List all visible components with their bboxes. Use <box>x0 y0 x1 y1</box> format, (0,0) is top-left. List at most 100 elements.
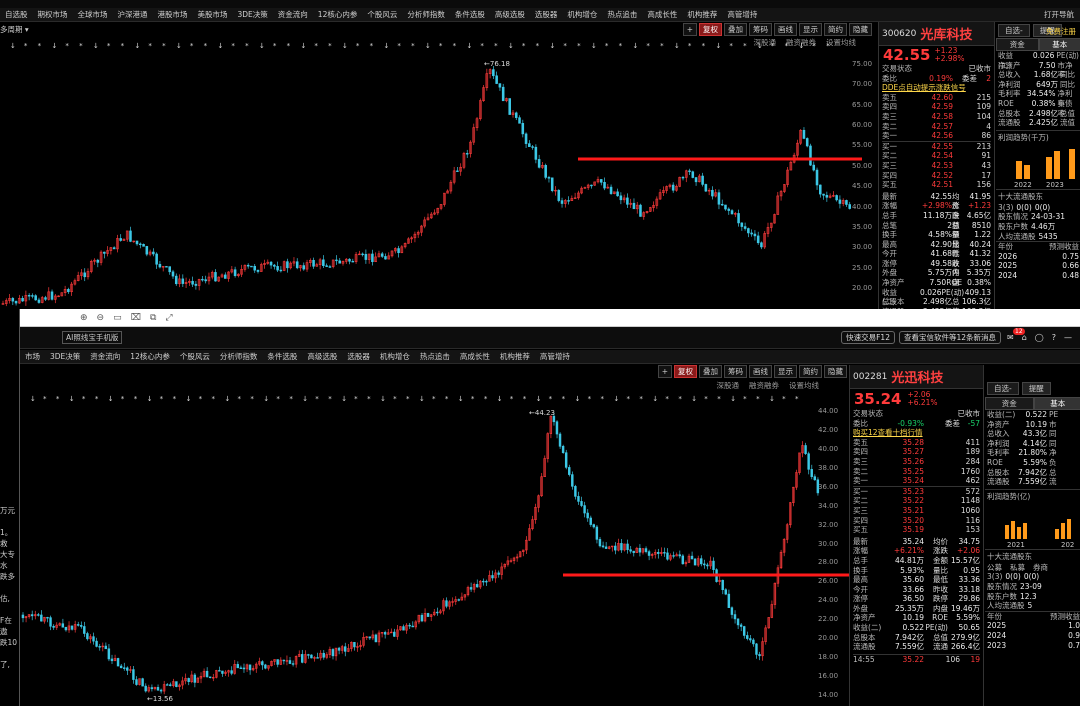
signal-star-icon: * <box>619 42 623 50</box>
menu-item[interactable]: 机构推荐 <box>500 351 530 362</box>
candle-body <box>361 253 364 256</box>
help-icon[interactable]: ? <box>1052 333 1056 342</box>
stock-name[interactable]: 光迅科技 <box>891 367 943 386</box>
holder-cell: 0(0) <box>1005 572 1021 582</box>
menu-item[interactable]: 高级选股 <box>495 9 525 20</box>
tab-funds[interactable]: 资金 <box>985 397 1034 410</box>
menu-item[interactable]: 高管增持 <box>540 351 570 362</box>
order-volume: 284 <box>965 456 980 466</box>
menu-item[interactable]: 热点追击 <box>420 351 450 362</box>
menu-item[interactable]: 条件选股 <box>267 351 297 362</box>
fund-label: 负 <box>1049 457 1057 467</box>
menu-item[interactable]: 高成长性 <box>647 9 677 20</box>
menu-item[interactable]: 自选股 <box>5 9 28 20</box>
menu-item[interactable]: 全球市场 <box>78 9 108 20</box>
candlestick-chart-2[interactable]: ↓ * * ↓ * * ↓ * * ↓ * * ↓ * * ↓ * * ↓ * * ↓ * * ↓ * * ↓ * * ↓ * * ↓ * * ↓ * * ↓… <box>20 365 849 706</box>
level2-link[interactable]: 购买12查看十档行情 <box>853 428 980 438</box>
menu-item[interactable]: 资金流向 <box>90 351 120 362</box>
crop-icon[interactable]: ⌧ <box>131 313 141 323</box>
stat-row: 收益(二) 0.522 PE(动) 50.65 <box>853 623 980 633</box>
candle-body <box>701 175 704 185</box>
mail-icon[interactable]: ✉ 12 <box>1007 328 1025 342</box>
alert-button[interactable]: 提醒 <box>1021 381 1051 395</box>
menu-item[interactable]: 沪深港通 <box>118 9 148 20</box>
fit-icon[interactable]: ▭ <box>113 313 122 323</box>
candle-body <box>497 572 500 575</box>
copy-icon[interactable]: ⧉ <box>150 313 156 323</box>
menu-item[interactable]: 热点追击 <box>607 9 637 20</box>
signal-star-icon: * <box>480 42 484 50</box>
order-volume: 104 <box>976 111 991 121</box>
quick-trade-button[interactable]: 快速交易F12 <box>841 331 895 344</box>
menu-item[interactable]: 12核心内参 <box>130 351 170 362</box>
forecast-year: 2024 <box>998 270 1018 280</box>
menu-item[interactable]: 高成长性 <box>460 351 490 362</box>
chart-area-1[interactable]: + 复权 叠加 筹码 画线 显示 简约 隐藏 深股通 融资融券 设置均线 多周期 ▾ ↓ * * ↓ * *… <box>0 22 878 310</box>
news-button[interactable]: 查看宝信软件等12条新消息 <box>898 331 1002 344</box>
signal-star-icon: ↓ <box>341 395 347 403</box>
user-icon[interactable]: ◯ <box>1035 333 1044 342</box>
candle-body <box>619 195 623 201</box>
menu-item[interactable]: 市场 <box>25 351 40 362</box>
order-row: 买一 35.23 572 <box>853 487 980 497</box>
top-right-nav[interactable]: 打开导航 <box>1044 9 1074 20</box>
menu-item[interactable]: 美股市场 <box>198 9 228 20</box>
order-volume: 189 <box>965 447 980 457</box>
order-level: 卖五 <box>882 92 897 102</box>
dde-signal-link[interactable]: DDE点自动提示涨跌信号 <box>882 83 991 93</box>
menu-item[interactable]: 3DE决策 <box>50 351 80 362</box>
menu-item[interactable]: 选股器 <box>535 9 558 20</box>
menu-item[interactable]: 机构增仓 <box>380 351 410 362</box>
zoom-in-icon[interactable]: ⊕ <box>80 313 88 323</box>
menu-item[interactable]: 个股风云 <box>367 9 397 20</box>
candlestick-chart-1[interactable]: ↓ * * ↓ * * ↓ * * ↓ * * ↓ * * ↓ * * ↓ * * ↓ * * ↓ * * ↓ * * ↓ * * ↓ * * ↓ * * ↓… <box>0 22 878 310</box>
menu-item[interactable]: 高级选股 <box>307 351 337 362</box>
expand-icon[interactable]: ⤢ <box>165 313 172 323</box>
menu-item[interactable]: 期权市场 <box>38 9 68 20</box>
signal-star-icon: * <box>782 395 786 403</box>
menu-item[interactable]: 机构增仓 <box>567 9 597 20</box>
holder-header: 券商 <box>1033 562 1048 572</box>
price-tick: 60.00 <box>852 121 873 130</box>
zoom-out-icon[interactable]: ⊖ <box>97 313 105 323</box>
menu-item[interactable]: 机构推荐 <box>687 9 717 20</box>
add-watchlist-button[interactable]: 自选- <box>998 23 1030 37</box>
menu-item[interactable]: 条件选股 <box>455 9 485 20</box>
menu-item[interactable]: 12核心内参 <box>318 9 358 20</box>
candle-body <box>589 517 592 525</box>
login-link[interactable]: 免费注册 <box>1046 26 1076 37</box>
app-promo[interactable]: AI照线宝手机版 <box>62 331 123 344</box>
fund-label: 净 <box>1049 448 1057 458</box>
order-price: 42.51 <box>931 180 953 190</box>
candle-body <box>571 474 574 487</box>
stock-name[interactable]: 光库科技 <box>920 24 972 43</box>
candle-body <box>514 112 518 118</box>
stat-value: 266.4亿 <box>951 642 980 652</box>
stat-row: 外盘 5.75万 内盘 5.35万 <box>882 268 991 287</box>
menu-item[interactable]: 分析师指数 <box>220 351 258 362</box>
tab-basic[interactable]: 基本 <box>1038 38 1080 51</box>
menu-item[interactable]: 高管增持 <box>727 9 757 20</box>
tab-funds[interactable]: 资金 <box>996 38 1039 51</box>
candle-body <box>44 297 47 300</box>
stat-label: 最低 <box>933 575 948 585</box>
menu-item[interactable]: 个股风云 <box>180 351 210 362</box>
menu-item[interactable]: 港股市场 <box>158 9 188 20</box>
signal-star-icon: ↓ <box>425 42 431 50</box>
order-row: 卖一 42.56 86 <box>882 131 991 141</box>
stat-row: 涨停 36.50 跌停 29.86 <box>853 594 980 604</box>
fund-label: 净资产 <box>998 60 1021 70</box>
signal-star-icon: * <box>406 395 410 403</box>
forecast-row: 2024 0.9 <box>987 631 1080 641</box>
menu-item[interactable]: 资金流向 <box>278 9 308 20</box>
menu-item[interactable]: 选股器 <box>347 351 370 362</box>
tab-basic[interactable]: 基本 <box>1033 397 1080 410</box>
minimize-icon[interactable]: — <box>1064 333 1072 342</box>
menu-item[interactable]: 3DE决策 <box>238 9 268 20</box>
stat-value: 0.026 <box>920 287 942 297</box>
menu-item[interactable]: 分析师指数 <box>407 9 445 20</box>
stat-value: 33.66 <box>902 584 924 594</box>
chart-area-2[interactable]: + 复权 叠加 筹码 画线 显示 简约 隐藏 深股通 融资融券 设置均线 ↓ * * ↓ * * ↓ * * ↓ * *… <box>20 365 849 706</box>
candle-body <box>703 563 706 566</box>
add-watchlist-button[interactable]: 自选- <box>987 381 1019 395</box>
